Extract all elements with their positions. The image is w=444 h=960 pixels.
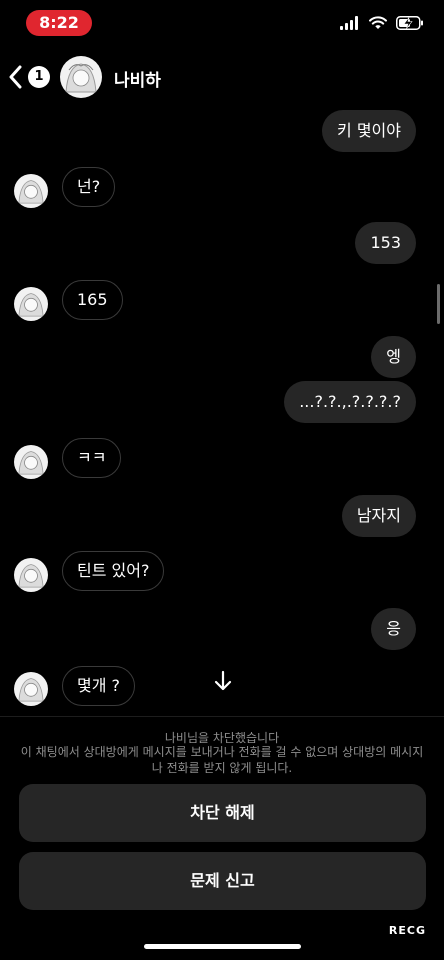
arrow-down-icon bbox=[214, 670, 232, 691]
report-button[interactable]: 문제 신고 bbox=[19, 852, 426, 910]
message-incoming[interactable]: 165 bbox=[62, 280, 123, 320]
unread-badge: 1 bbox=[28, 66, 50, 88]
status-time: 8:22 bbox=[26, 10, 92, 36]
status-bar: 8:22 bbox=[0, 0, 444, 50]
scroll-to-bottom-button[interactable] bbox=[210, 668, 236, 694]
wifi-icon bbox=[369, 16, 387, 29]
message-incoming[interactable]: 몇개 ? bbox=[62, 666, 136, 706]
scrollbar[interactable] bbox=[437, 284, 440, 324]
message-incoming[interactable]: 넌? bbox=[62, 167, 116, 207]
signal-icon bbox=[340, 16, 358, 30]
back-button[interactable]: 1 bbox=[8, 60, 52, 94]
home-indicator[interactable] bbox=[144, 944, 301, 949]
chat-header: 1 나비하 bbox=[0, 52, 444, 102]
message-outgoing[interactable]: 153 bbox=[355, 222, 416, 264]
sender-avatar[interactable] bbox=[14, 672, 48, 706]
contact-name[interactable]: 나비하 bbox=[114, 66, 161, 91]
watermark: RECG bbox=[388, 924, 426, 937]
message-incoming[interactable]: 틴트 있어? bbox=[62, 551, 165, 591]
message-outgoing[interactable]: 엥 bbox=[371, 336, 416, 378]
sender-avatar[interactable] bbox=[14, 174, 48, 208]
status-icons bbox=[340, 16, 424, 30]
sender-avatar[interactable] bbox=[14, 445, 48, 479]
sender-avatar[interactable] bbox=[14, 558, 48, 592]
blocked-description: 이 채팅에서 상대방에게 메시지를 보내거나 전화를 걸 수 없으며 상대방의 … bbox=[20, 745, 424, 775]
battery-charging-icon bbox=[396, 16, 423, 30]
chevron-left-icon bbox=[9, 65, 22, 89]
message-outgoing[interactable]: 남자지 bbox=[341, 495, 416, 537]
message-outgoing[interactable]: 응 bbox=[371, 608, 416, 650]
unblock-button[interactable]: 차단 해제 bbox=[19, 784, 426, 842]
message-outgoing[interactable]: 키 몇이야 bbox=[322, 110, 416, 152]
contact-avatar[interactable] bbox=[60, 56, 102, 98]
sender-avatar[interactable] bbox=[14, 287, 48, 321]
message-incoming[interactable]: ㅋㅋ bbox=[62, 438, 122, 478]
message-outgoing[interactable]: ...?.?.,.?.?.?.? bbox=[284, 381, 416, 423]
